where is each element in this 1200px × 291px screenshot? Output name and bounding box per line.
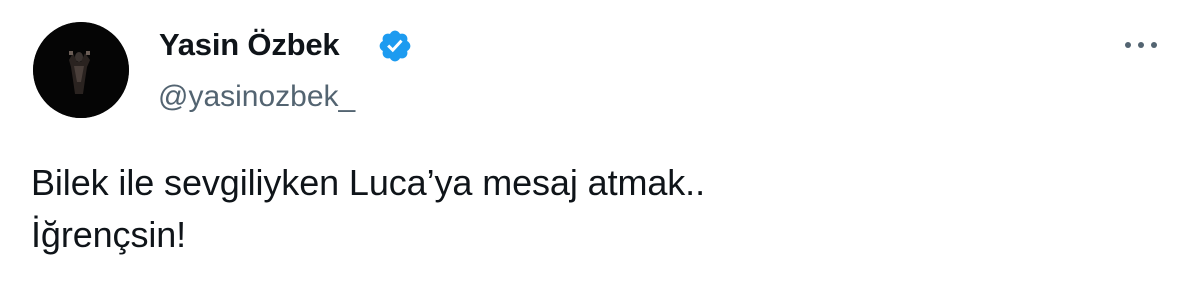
- tweet-text-line: Bilek ile sevgiliyken Luca’ya mesaj atma…: [31, 162, 705, 203]
- author-display-name[interactable]: Yasin Özbek: [159, 26, 340, 64]
- more-options-button[interactable]: [1118, 30, 1164, 60]
- tweet-text: Bilek ile sevgiliyken Luca’ya mesaj atma…: [31, 157, 705, 261]
- tweet-text-line: İğrençsin!: [31, 214, 187, 255]
- verified-badge-icon: [379, 30, 411, 62]
- avatar[interactable]: [33, 22, 129, 118]
- tweet-card: Yasin Özbek @yasinozbek_ Bilek ile sevgi…: [0, 0, 1200, 291]
- author-handle[interactable]: @yasinozbek_: [158, 78, 355, 116]
- more-options-icon: [1125, 42, 1157, 48]
- avatar-photo-icon: [33, 22, 129, 118]
